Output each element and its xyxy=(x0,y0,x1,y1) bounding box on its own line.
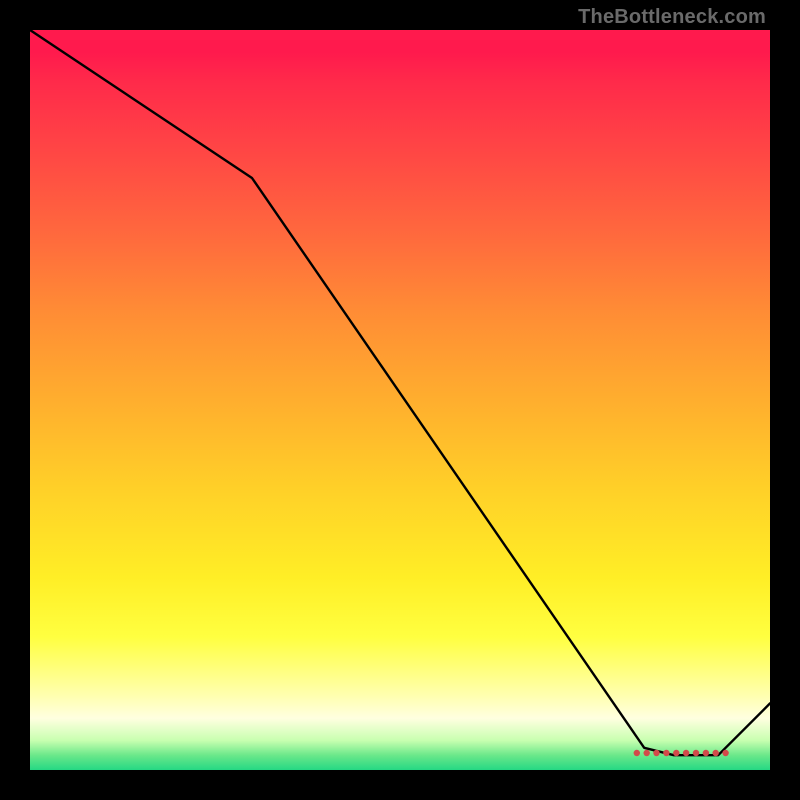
plot-area xyxy=(30,30,770,770)
chart-marker xyxy=(644,750,650,756)
chart-marker xyxy=(653,750,659,756)
chart-frame: TheBottleneck.com xyxy=(0,0,800,800)
chart-marker xyxy=(683,750,689,756)
chart-marker xyxy=(713,750,719,756)
line-chart-svg xyxy=(30,30,770,770)
chart-line xyxy=(30,30,770,755)
chart-marker xyxy=(663,750,669,756)
chart-marker xyxy=(634,750,640,756)
chart-marker xyxy=(722,750,728,756)
chart-marker xyxy=(673,750,679,756)
chart-marker xyxy=(703,750,709,756)
watermark-text: TheBottleneck.com xyxy=(578,6,766,29)
chart-marker xyxy=(693,750,699,756)
